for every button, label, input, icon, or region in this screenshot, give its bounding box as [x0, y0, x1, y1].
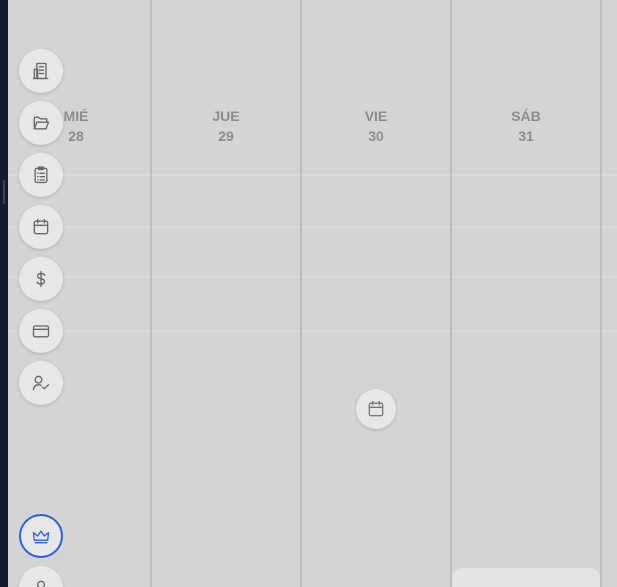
user-check-icon	[32, 375, 50, 391]
day-number: 30	[368, 128, 384, 144]
day-header-thursday[interactable]: JUE 29	[151, 106, 301, 146]
calendar-icon	[368, 400, 384, 417]
clipboard-list-icon	[34, 166, 48, 184]
add-event-button[interactable]	[356, 389, 396, 429]
folder-open-icon	[33, 116, 50, 130]
day-name: SÁB	[511, 108, 541, 124]
day-number: 29	[218, 128, 234, 144]
sidebar-item-profile[interactable]	[19, 566, 63, 587]
sidebar-item-premium[interactable]	[19, 514, 63, 558]
buildings-icon	[32, 62, 49, 80]
sidebar-nav	[19, 0, 63, 587]
sidebar-item-folders[interactable]	[19, 101, 63, 145]
dollar-icon	[36, 270, 46, 288]
resize-handle[interactable]	[3, 180, 5, 204]
column-divider	[150, 0, 152, 587]
bottom-event-card[interactable]: Dí	[452, 568, 600, 587]
sidebar-item-calendar[interactable]	[19, 205, 63, 249]
sidebar-item-tasks[interactable]	[19, 153, 63, 197]
calendar-icon	[33, 218, 49, 235]
sidebar-item-buildings[interactable]	[19, 49, 63, 93]
day-name: VIE	[364, 108, 388, 124]
day-header-friday[interactable]: VIE 30	[301, 106, 451, 146]
column-divider	[300, 0, 302, 587]
user-icon	[37, 580, 45, 587]
left-edge-panel	[0, 0, 8, 587]
row-line	[8, 174, 617, 176]
sidebar-item-clients[interactable]	[19, 361, 63, 405]
crown-icon	[32, 530, 50, 544]
sidebar-item-finance[interactable]	[19, 257, 63, 301]
column-divider	[450, 0, 452, 587]
row-line	[8, 330, 617, 332]
calendar-week-view: MIÉ 28 JUE 29 VIE 30 SÁB 31 Dí	[8, 0, 617, 587]
credit-card-icon	[32, 325, 50, 338]
sidebar-item-payments[interactable]	[19, 309, 63, 353]
column-divider	[600, 0, 602, 587]
row-line	[8, 276, 617, 278]
day-name: JUE	[212, 108, 240, 124]
day-header-saturday[interactable]: SÁB 31	[451, 106, 601, 146]
row-line	[8, 226, 617, 228]
day-number: 31	[518, 128, 534, 144]
